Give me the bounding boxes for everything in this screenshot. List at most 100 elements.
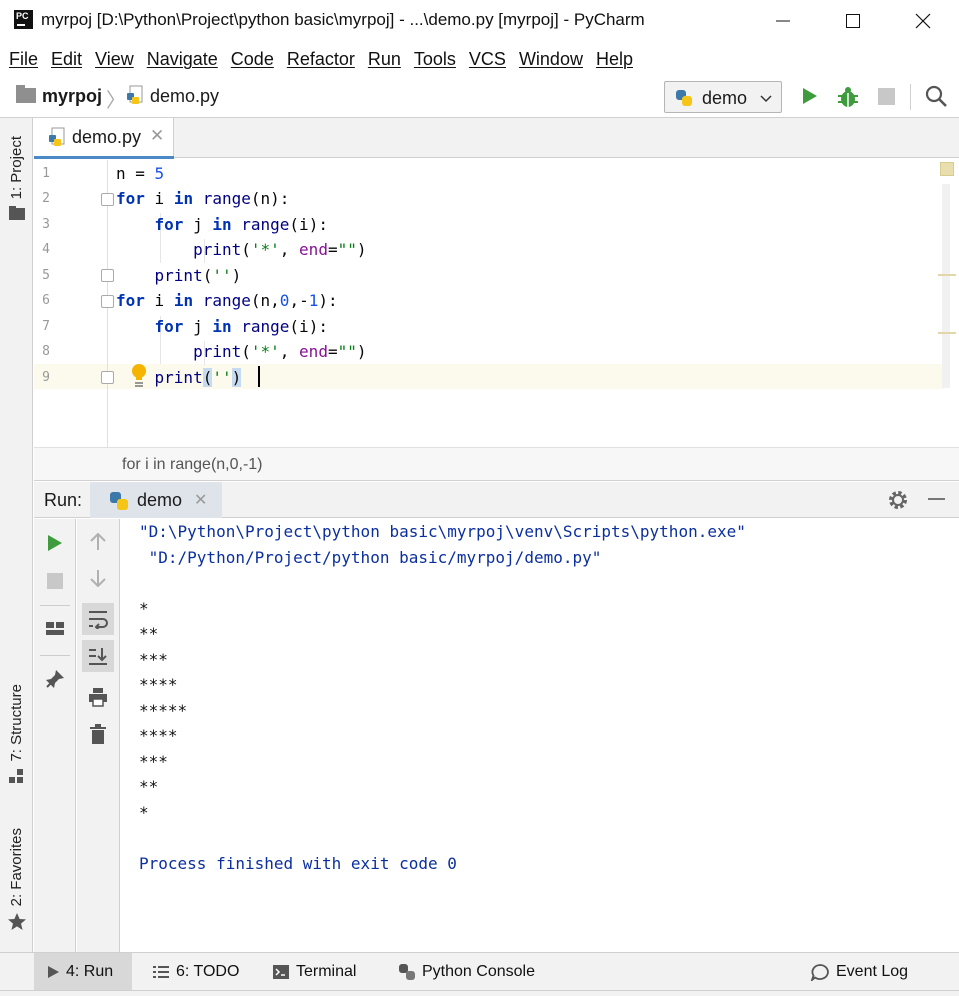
search-icon: [925, 85, 947, 107]
maximize-button[interactable]: [818, 0, 888, 42]
tool-tab-project[interactable]: 1: Project: [0, 136, 33, 221]
arrow-up-icon: [90, 532, 106, 550]
run-button[interactable]: [799, 86, 819, 111]
pin-tab-button[interactable]: [39, 663, 71, 695]
line-number: 8: [42, 344, 50, 359]
print-button[interactable]: [82, 681, 114, 713]
lightbulb-icon[interactable]: [130, 363, 148, 392]
menu-run[interactable]: Run: [368, 49, 401, 70]
stop-run-button[interactable]: [39, 565, 71, 597]
fold-marker-icon[interactable]: [101, 193, 114, 206]
code-line-1: n = 5: [116, 164, 165, 183]
tool-tab-event-log[interactable]: Event Log: [810, 953, 908, 991]
run-configuration-select[interactable]: demo: [664, 81, 782, 113]
play-icon: [803, 88, 817, 104]
editor-tab-demo[interactable]: demo.py ✕: [34, 118, 174, 159]
editor-tab-label: demo.py: [72, 127, 142, 147]
console-output-line: *: [139, 599, 149, 618]
toolbar-divider: [40, 605, 70, 606]
code-line-2: for i in range(n):: [116, 189, 290, 208]
run-panel-header: Run: demo ✕: [34, 482, 959, 518]
structure-icon: [8, 768, 23, 783]
tool-tab-favorites[interactable]: 2: Favorites: [0, 828, 33, 932]
fold-marker-icon[interactable]: [101, 269, 114, 282]
code-line-6: for i in range(n,0,-1):: [116, 291, 338, 310]
search-everywhere-button[interactable]: [924, 84, 948, 113]
tool-tab-favorites-label: 2: Favorites: [8, 828, 25, 907]
editor-breadcrumb[interactable]: for i in range(n,0,-1): [122, 456, 263, 474]
menu-edit[interactable]: Edit: [51, 49, 82, 70]
star-icon: [7, 913, 26, 931]
tool-tab-run[interactable]: 4: Run: [34, 953, 132, 991]
debug-button[interactable]: [836, 85, 860, 114]
minimize-button[interactable]: [748, 0, 818, 42]
run-tab-demo[interactable]: demo ✕: [90, 482, 222, 518]
tool-tab-terminal[interactable]: Terminal: [272, 953, 356, 991]
console-output-line: **: [139, 777, 159, 796]
tool-tab-todo[interactable]: 6: TODO: [152, 953, 239, 991]
menu-tools[interactable]: Tools: [414, 49, 456, 70]
play-icon: [48, 535, 62, 551]
menu-code[interactable]: Code: [231, 49, 274, 70]
scrollbar-marker[interactable]: [938, 274, 956, 276]
menu-refactor[interactable]: Refactor: [287, 49, 355, 70]
menu-vcs[interactable]: VCS: [469, 49, 506, 70]
tool-tab-structure[interactable]: 7: Structure: [0, 684, 33, 784]
run-configuration-label: demo: [702, 88, 748, 108]
editor-breadcrumb-bar: for i in range(n,0,-1): [34, 447, 959, 481]
menu-view[interactable]: View: [95, 49, 134, 70]
arrow-down-icon: [90, 570, 106, 588]
editor-scrollbar[interactable]: [942, 184, 950, 388]
breadcrumb-separator: 〉: [106, 90, 126, 112]
scroll-to-end-button[interactable]: [82, 640, 114, 672]
folder-icon: [8, 206, 25, 221]
menu-window[interactable]: Window: [519, 49, 583, 70]
gear-icon[interactable]: [887, 489, 909, 516]
python-icon: [674, 88, 694, 113]
stop-button[interactable]: [878, 88, 895, 105]
line-number: 7: [42, 319, 50, 334]
pycharm-logo-icon: PC: [14, 10, 33, 29]
rerun-button[interactable]: [39, 527, 71, 559]
console-output-line: **: [139, 624, 159, 643]
tool-tab-run-label: 4: Run: [66, 963, 114, 980]
menu-help[interactable]: Help: [596, 49, 633, 70]
code-line-7: for j in range(i):: [154, 317, 328, 336]
toolbar-divider: [910, 84, 911, 110]
fold-marker-icon[interactable]: [101, 295, 114, 308]
scroll-up-button[interactable]: [82, 525, 114, 557]
tool-tab-project-label: 1: Project: [8, 136, 25, 200]
soft-wrap-button[interactable]: [82, 603, 114, 635]
line-number: 4: [42, 242, 50, 257]
close-icon: [915, 13, 931, 29]
title-bar: PC myrpoj [D:\Python\Project\python basi…: [0, 0, 959, 42]
left-tool-strip: 1: Project 7: Structure 2: Favorites: [0, 118, 33, 952]
bug-icon: [838, 87, 858, 107]
breadcrumb-file[interactable]: demo.py: [150, 86, 219, 107]
console-exit-message: Process finished with exit code 0: [139, 854, 457, 873]
pin-icon: [46, 670, 64, 688]
close-button[interactable]: [888, 0, 958, 42]
run-tab-label: demo: [137, 490, 183, 510]
hide-panel-button[interactable]: [928, 498, 945, 500]
inspection-status-icon[interactable]: [940, 162, 954, 176]
close-tab-icon[interactable]: ✕: [194, 490, 207, 510]
console-output-line: *: [139, 803, 149, 822]
menu-file[interactable]: File: [9, 49, 38, 70]
code-line-5: print(''): [154, 266, 242, 285]
scrollbar-marker[interactable]: [938, 332, 956, 334]
run-panel-title: Run:: [44, 490, 83, 510]
code-line-8: print('*', end=""): [193, 342, 367, 361]
restore-layout-button[interactable]: [39, 613, 71, 645]
fold-marker-icon[interactable]: [101, 371, 114, 384]
python-file-icon: [126, 85, 146, 110]
breadcrumb-project[interactable]: myrpoj: [42, 86, 102, 107]
clear-all-button[interactable]: [82, 718, 114, 750]
close-tab-icon[interactable]: ✕: [150, 126, 164, 146]
code-editor[interactable]: 1 2 3 4 5 6 7 8 9 n = 5 for i in range(n…: [34, 160, 959, 447]
run-console-output[interactable]: "D:\Python\Project\python basic\myrpoj\v…: [121, 519, 959, 952]
tool-tab-todo-label: 6: TODO: [176, 963, 240, 980]
scroll-down-button[interactable]: [82, 563, 114, 595]
tool-tab-python-console[interactable]: Python Console: [398, 953, 535, 991]
menu-navigate[interactable]: Navigate: [147, 49, 218, 70]
